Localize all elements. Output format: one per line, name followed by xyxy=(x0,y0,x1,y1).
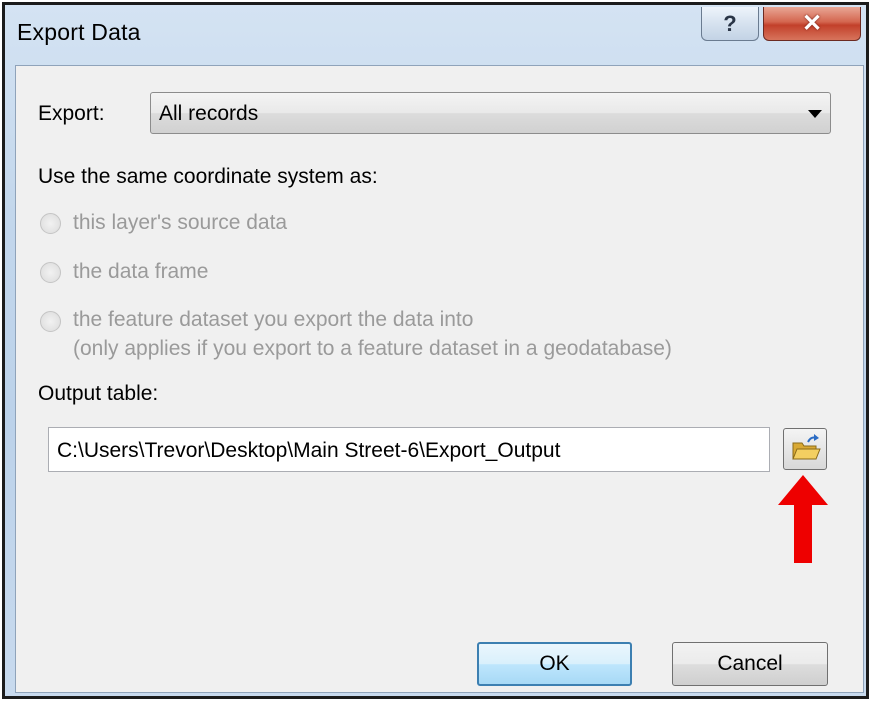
dialog-window: Export Data ? ✕ Export: All records Use … xyxy=(2,2,869,699)
export-dropdown-value: All records xyxy=(159,102,259,125)
chevron-down-icon xyxy=(808,110,822,118)
output-path-value: C:\Users\Trevor\Desktop\Main Street-6\Ex… xyxy=(57,439,561,462)
radio-data-frame-label: the data frame xyxy=(73,260,209,283)
radio-feature-dataset[interactable] xyxy=(40,311,61,332)
window-title: Export Data xyxy=(17,19,141,45)
cancel-button[interactable]: Cancel xyxy=(672,642,828,686)
open-folder-icon xyxy=(792,434,821,460)
radio-layer-source-data[interactable] xyxy=(40,213,61,234)
radio-data-frame[interactable] xyxy=(40,262,61,283)
radio-layer-source-data-label: this layer's source data xyxy=(73,211,288,234)
red-up-arrow-icon xyxy=(778,475,828,563)
radio-feature-dataset-label: the feature dataset you export the data … xyxy=(73,308,474,331)
help-button[interactable]: ? xyxy=(701,7,759,41)
ok-button[interactable]: OK xyxy=(477,642,632,686)
export-dropdown[interactable]: All records xyxy=(150,92,831,134)
output-table-label: Output table: xyxy=(38,382,159,405)
browse-button[interactable] xyxy=(783,428,827,470)
coordinate-system-heading: Use the same coordinate system as: xyxy=(38,165,378,188)
close-button[interactable]: ✕ xyxy=(763,7,861,41)
output-path-input[interactable]: C:\Users\Trevor\Desktop\Main Street-6\Ex… xyxy=(48,427,770,472)
dialog-body: Export: All records Use the same coordin… xyxy=(15,65,864,693)
export-label: Export: xyxy=(38,102,105,125)
radio-feature-dataset-note: (only applies if you export to a feature… xyxy=(73,337,672,360)
